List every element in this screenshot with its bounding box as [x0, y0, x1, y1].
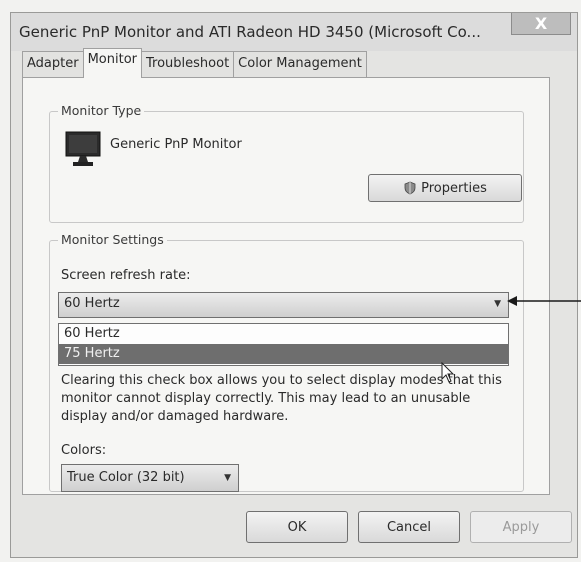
ok-button[interactable]: OK [246, 511, 348, 543]
tab-strip: Adapter Monitor Troubleshoot Color Manag… [22, 48, 367, 78]
tab-monitor[interactable]: Monitor [82, 48, 142, 78]
refresh-rate-select[interactable]: 60 Hertz ▼ [58, 292, 509, 318]
monitor-type-label: Monitor Type [58, 103, 145, 118]
monitor-type-group: Monitor Type Generic PnP Monitor Propert… [49, 103, 524, 223]
window-title: Generic PnP Monitor and ATI Radeon HD 34… [19, 23, 481, 41]
dropdown-option-60[interactable]: 60 Hertz [59, 324, 508, 344]
refresh-rate-label: Screen refresh rate: [61, 268, 191, 283]
properties-button[interactable]: Properties [368, 174, 522, 202]
apply-button[interactable]: Apply [470, 511, 572, 543]
title-bar[interactable]: Generic PnP Monitor and ATI Radeon HD 34… [11, 13, 577, 51]
colors-select[interactable]: True Color (32 bit) ▼ [61, 464, 239, 492]
monitor-settings-label: Monitor Settings [58, 232, 167, 247]
colors-value: True Color (32 bit) [67, 470, 185, 485]
monitor-icon [65, 131, 101, 166]
close-button[interactable]: X [511, 13, 571, 35]
dropdown-option-75[interactable]: 75 Hertz [59, 344, 508, 364]
cancel-button[interactable]: Cancel [358, 511, 460, 543]
close-icon: X [534, 13, 548, 33]
tab-troubleshoot[interactable]: Troubleshoot [141, 51, 235, 78]
annotation-arrow-icon [507, 296, 581, 306]
tab-adapter[interactable]: Adapter [22, 51, 84, 78]
mouse-cursor-icon [441, 362, 455, 383]
shield-icon [404, 181, 416, 195]
monitor-name: Generic PnP Monitor [110, 137, 242, 152]
monitor-tab-panel: Monitor Type Generic PnP Monitor Propert… [22, 77, 550, 495]
tab-color-management[interactable]: Color Management [233, 51, 367, 78]
colors-label: Colors: [61, 443, 107, 458]
chevron-down-icon: ▼ [224, 473, 231, 483]
refresh-rate-value: 60 Hertz [64, 296, 120, 311]
properties-label: Properties [421, 180, 487, 196]
refresh-rate-dropdown: 60 Hertz 75 Hertz [58, 323, 509, 366]
chevron-down-icon: ▼ [494, 299, 501, 309]
